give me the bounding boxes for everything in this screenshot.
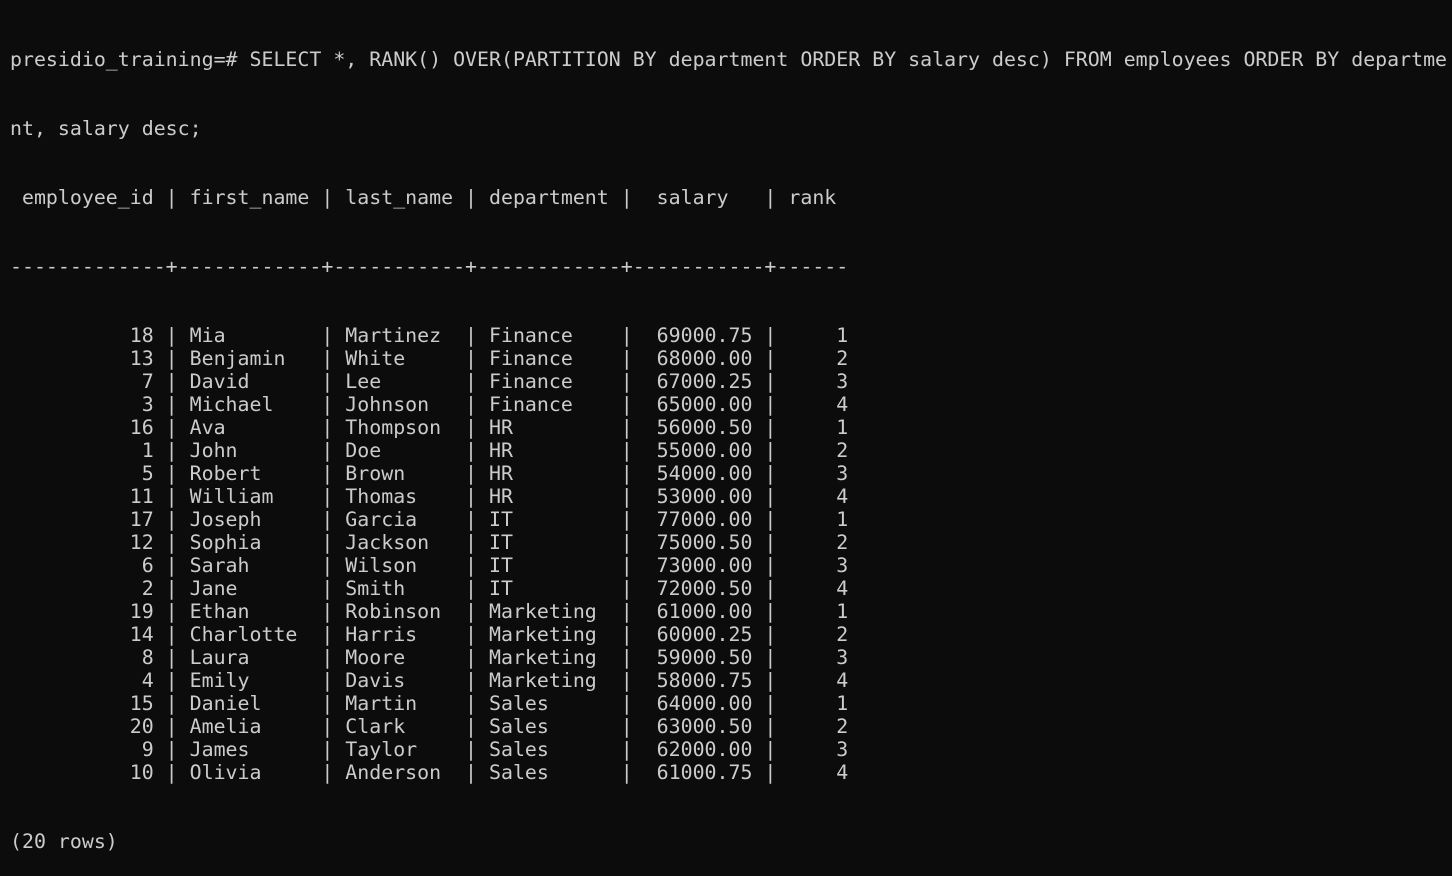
table-row: 8 | Laura | Moore | Marketing | 59000.50… [10,646,849,669]
table-row: 14 | Charlotte | Harris | Marketing | 60… [10,623,849,646]
table-row: 20 | Amelia | Clark | Sales | 63000.50 |… [10,715,849,738]
table-row: 4 | Emily | Davis | Marketing | 58000.75… [10,669,849,692]
table-row: 10 | Olivia | Anderson | Sales | 61000.7… [10,761,849,784]
terminal-output[interactable]: presidio_training=# SELECT *, RANK() OVE… [10,2,1450,853]
table-row: 7 | David | Lee | Finance | 67000.25 | 3 [10,370,849,393]
result-separator: -------------+------------+-----------+-… [10,255,849,278]
row-count: (20 rows) [10,830,118,853]
table-row: 11 | William | Thomas | HR | 53000.00 | … [10,485,849,508]
table-row: 5 | Robert | Brown | HR | 54000.00 | 3 [10,462,849,485]
result-header: employee_id | first_name | last_name | d… [10,186,837,209]
result-rows: 18 | Mia | Martinez | Finance | 69000.75… [10,324,1450,784]
table-row: 16 | Ava | Thompson | HR | 56000.50 | 1 [10,416,849,439]
table-row: 17 | Joseph | Garcia | IT | 77000.00 | 1 [10,508,849,531]
table-row: 19 | Ethan | Robinson | Marketing | 6100… [10,600,849,623]
table-row: 13 | Benjamin | White | Finance | 68000.… [10,347,849,370]
table-row: 12 | Sophia | Jackson | IT | 75000.50 | … [10,531,849,554]
sql-command-line-2: nt, salary desc; [10,117,202,140]
table-row: 1 | John | Doe | HR | 55000.00 | 2 [10,439,849,462]
table-row: 6 | Sarah | Wilson | IT | 73000.00 | 3 [10,554,849,577]
table-row: 9 | James | Taylor | Sales | 62000.00 | … [10,738,849,761]
sql-command-line-1: presidio_training=# SELECT *, RANK() OVE… [10,48,1448,71]
table-row: 15 | Daniel | Martin | Sales | 64000.00 … [10,692,849,715]
table-row: 2 | Jane | Smith | IT | 72000.50 | 4 [10,577,849,600]
table-row: 18 | Mia | Martinez | Finance | 69000.75… [10,324,849,347]
table-row: 3 | Michael | Johnson | Finance | 65000.… [10,393,849,416]
